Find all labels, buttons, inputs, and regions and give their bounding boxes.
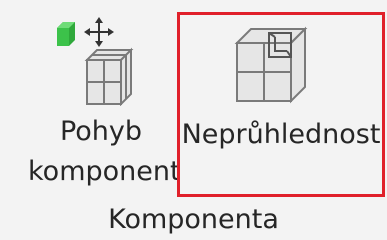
opacity-label: Neprůhlednost	[181, 119, 381, 150]
move-component-label-line2: komponent	[28, 156, 181, 187]
move-component-icon	[55, 16, 135, 107]
ribbon-group-komponenta: Pohyb komponent Neprůhlednost Komponenta	[0, 0, 387, 240]
opacity-button[interactable]: Neprůhlednost	[177, 12, 385, 197]
move-component-label-line1: Pohyb	[59, 116, 143, 147]
group-label: Komponenta	[108, 204, 279, 235]
move-component-button[interactable]: Pohyb komponent	[28, 0, 181, 198]
opacity-icon	[231, 21, 311, 109]
